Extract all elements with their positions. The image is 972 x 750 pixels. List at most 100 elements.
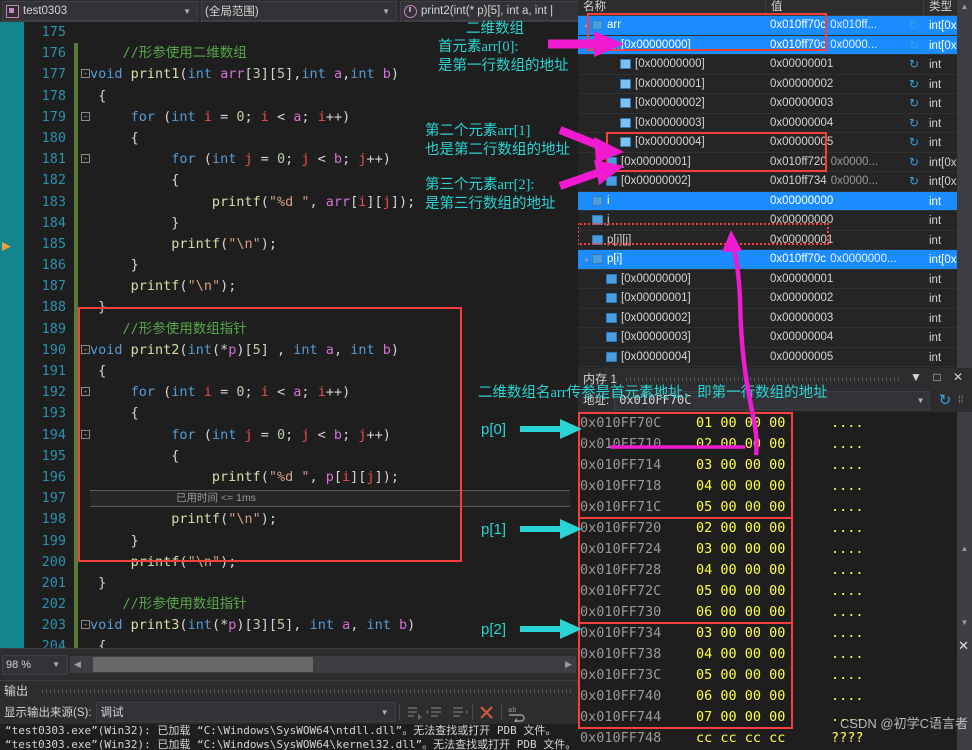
code-line[interactable]: 202 //形参使用数组指针	[24, 594, 578, 616]
code-line[interactable]: 178 {	[24, 85, 578, 107]
fold-toggle-icon[interactable]: -	[81, 620, 90, 630]
watch-value-cell[interactable]: 0x00000002	[766, 292, 924, 304]
refresh-icon[interactable]: ↻	[932, 391, 958, 409]
memory-hex-bytes[interactable]: 05 00 00 00	[696, 667, 831, 683]
fold-toggle-icon[interactable]: -	[81, 344, 90, 354]
expand-triangle-icon[interactable]: ▲	[595, 178, 606, 185]
memory-scrollbar[interactable]: ▲ ▼	[957, 412, 972, 750]
watch-row[interactable]: ▲[0x00000001]0x010ff7200x0000...↻int[0x0…	[578, 153, 972, 172]
memory-hex-bytes[interactable]: 04 00 00 00	[696, 562, 831, 578]
memory-hex-bytes[interactable]: 05 00 00 00	[696, 499, 831, 515]
editor-horizontal-scrollbar[interactable]: ◀ ▶	[70, 656, 576, 673]
watch-value-cell[interactable]: 0x010ff734 0x0000... ↻	[766, 174, 924, 188]
watch-value-cell[interactable]: 0x010ff70c 0x0000... ↻	[766, 38, 924, 52]
memory-panel[interactable]: 内存 1 ▼ □ ✕ 地址: 0x010FF70C ▼ ↻ ⁞⁞ 0x010FF…	[578, 368, 972, 750]
watch-value-cell[interactable]: 0x010ff720 0x0000... ↻	[766, 155, 924, 169]
watch-row[interactable]: j 0x00000000 int	[578, 211, 972, 231]
memory-hex-bytes[interactable]: 03 00 00 00	[696, 457, 831, 473]
code-line[interactable]: 187 printf("\n");	[24, 276, 578, 298]
memory-row[interactable]: 0x010FF738 04 00 00 00....	[578, 643, 972, 664]
watch-row[interactable]: [0x00000002] 0x00000003 ↻ int	[578, 94, 972, 114]
watch-value-cell[interactable]: 0x00000002 ↻	[766, 77, 924, 91]
memory-row[interactable]: 0x010FF728 04 00 00 00....	[578, 559, 972, 580]
memory-hex-bytes[interactable]: 01 00 00 00	[696, 415, 831, 431]
watch-scrollbar[interactable]: ▲	[957, 0, 972, 368]
refresh-icon[interactable]: ↻	[909, 116, 919, 130]
code-line[interactable]: 188 }	[24, 297, 578, 319]
scroll-up-icon[interactable]: ▲	[957, 0, 972, 14]
refresh-icon[interactable]: ↻	[909, 155, 919, 169]
close-icon[interactable]: ✕	[950, 370, 966, 384]
output-source-selector[interactable]: 调试 ▼	[95, 702, 396, 722]
memory-hex-bytes[interactable]: 05 00 00 00	[696, 583, 831, 599]
scroll-right-icon[interactable]: ▶	[561, 659, 576, 670]
watch-row[interactable]: [0x00000003] 0x00000004 int	[578, 328, 972, 348]
watch-value-cell[interactable]: 0x00000001 ↻	[766, 57, 924, 71]
fold-toggle-icon[interactable]: -	[81, 387, 90, 397]
memory-row[interactable]: 0x010FF714 03 00 00 00....	[578, 454, 972, 475]
memory-hex-bytes[interactable]: 03 00 00 00	[696, 541, 831, 557]
watch-value-cell[interactable]: 0x00000004 ↻	[766, 116, 924, 130]
refresh-icon[interactable]: ↻	[909, 77, 919, 91]
panel-drag-handle[interactable]	[626, 377, 900, 381]
code-line[interactable]: 197 }已用时间 <= 1ms	[24, 488, 578, 510]
memory-row[interactable]: 0x010FF72C 05 00 00 00....	[578, 580, 972, 601]
watch-value-cell[interactable]: 0x010ff70c 0x010ff... ↻	[766, 18, 924, 32]
refresh-icon[interactable]: ↻	[909, 174, 919, 188]
project-selector[interactable]: test0303 ▼	[2, 1, 198, 21]
memory-columns-icon[interactable]: ⁞⁞	[958, 395, 972, 406]
watch-row[interactable]: [0x00000003] 0x00000004 ↻ int	[578, 114, 972, 133]
code-line[interactable]: 186 }	[24, 255, 578, 277]
chevron-down-icon[interactable]: ▼	[908, 370, 924, 384]
panel-drag-handle[interactable]	[42, 689, 572, 693]
memory-hex-bytes[interactable]: cc cc cc cc	[696, 730, 831, 746]
refresh-icon[interactable]: ↻	[909, 18, 919, 32]
chevron-down-icon[interactable]: ▼	[376, 7, 394, 16]
code-line[interactable]: 204 {	[24, 636, 578, 648]
watch-row[interactable]: [0x00000000] 0x00000001 ↻ int	[578, 55, 972, 75]
memory-row[interactable]: 0x010FF718 04 00 00 00....	[578, 475, 972, 496]
scroll-thumb[interactable]	[93, 657, 313, 672]
memory-hex-bytes[interactable]: 02 00 00 00	[696, 520, 831, 536]
watch-col-name[interactable]: 名称	[578, 0, 766, 15]
expand-triangle-icon[interactable]: ▲	[581, 256, 592, 263]
memory-row[interactable]: 0x010FF73C 05 00 00 00....	[578, 664, 972, 685]
goto-next-icon[interactable]	[447, 702, 469, 722]
refresh-icon[interactable]: ↻	[909, 96, 919, 110]
watch-row[interactable]: [0x00000001] 0x00000002 ↻ int	[578, 75, 972, 94]
fold-toggle-icon[interactable]: -	[81, 429, 90, 439]
code-line[interactable]: 200 printf("\n");	[24, 551, 578, 573]
expand-triangle-icon[interactable]: ▲	[581, 22, 592, 29]
watch-value-cell[interactable]: 0x00000000	[766, 214, 924, 226]
code-line[interactable]: 184 }	[24, 212, 578, 234]
watch-row[interactable]: i 0x00000000 int	[578, 191, 972, 211]
memory-hex-bytes[interactable]: 02 00 00 00	[696, 436, 831, 452]
code-line[interactable]: 195 {	[24, 445, 578, 467]
code-line[interactable]: 190 - void print2(int(*p)[5] , int a, int …	[24, 339, 578, 361]
close-icon[interactable]: ✕	[958, 638, 969, 654]
memory-row[interactable]: 0x010FF740 06 00 00 00....	[578, 685, 972, 706]
watch-row[interactable]: [0x00000004] 0x00000005 int	[578, 348, 972, 367]
goto-previous-icon[interactable]	[425, 702, 447, 722]
watch-value-cell[interactable]: 0x010ff70c 0x0000000...	[766, 253, 924, 265]
memory-hex-bytes[interactable]: 06 00 00 00	[696, 604, 831, 620]
watch-row[interactable]: [0x00000004] 0x00000005 ↻ int	[578, 133, 972, 153]
watch-row[interactable]: p[i][j] 0x00000001 int	[578, 231, 972, 250]
watch-col-value[interactable]: 值	[766, 0, 924, 15]
expand-triangle-icon[interactable]: ▲	[595, 158, 606, 165]
watch-row[interactable]: ▲[0x00000000]0x010ff70c0x0000...↻int[0x0…	[578, 35, 972, 55]
watch-value-cell[interactable]: 0x00000005	[766, 351, 924, 363]
fold-toggle-icon[interactable]: -	[81, 69, 90, 79]
scroll-left-icon[interactable]: ◀	[70, 659, 85, 670]
code-line[interactable]: 185 printf("\n");	[24, 233, 578, 256]
fold-toggle-icon[interactable]: -	[81, 111, 90, 121]
memory-row[interactable]: 0x010FF720 02 00 00 00....	[578, 517, 972, 538]
refresh-icon[interactable]: ↻	[909, 57, 919, 71]
memory-row[interactable]: 0x010FF70C 01 00 00 00....	[578, 412, 972, 433]
chevron-down-icon[interactable]: ▼	[375, 708, 393, 717]
code-line[interactable]: 191 {	[24, 361, 578, 383]
watch-row[interactable]: ▲p[i]0x010ff70c0x0000000...int[0x000...	[578, 250, 972, 270]
watch-value-cell[interactable]: 0x00000003	[766, 312, 924, 324]
watch-value-cell[interactable]: 0x00000001	[766, 234, 924, 246]
code-line[interactable]: 189 //形参使用数组指针	[24, 318, 578, 340]
